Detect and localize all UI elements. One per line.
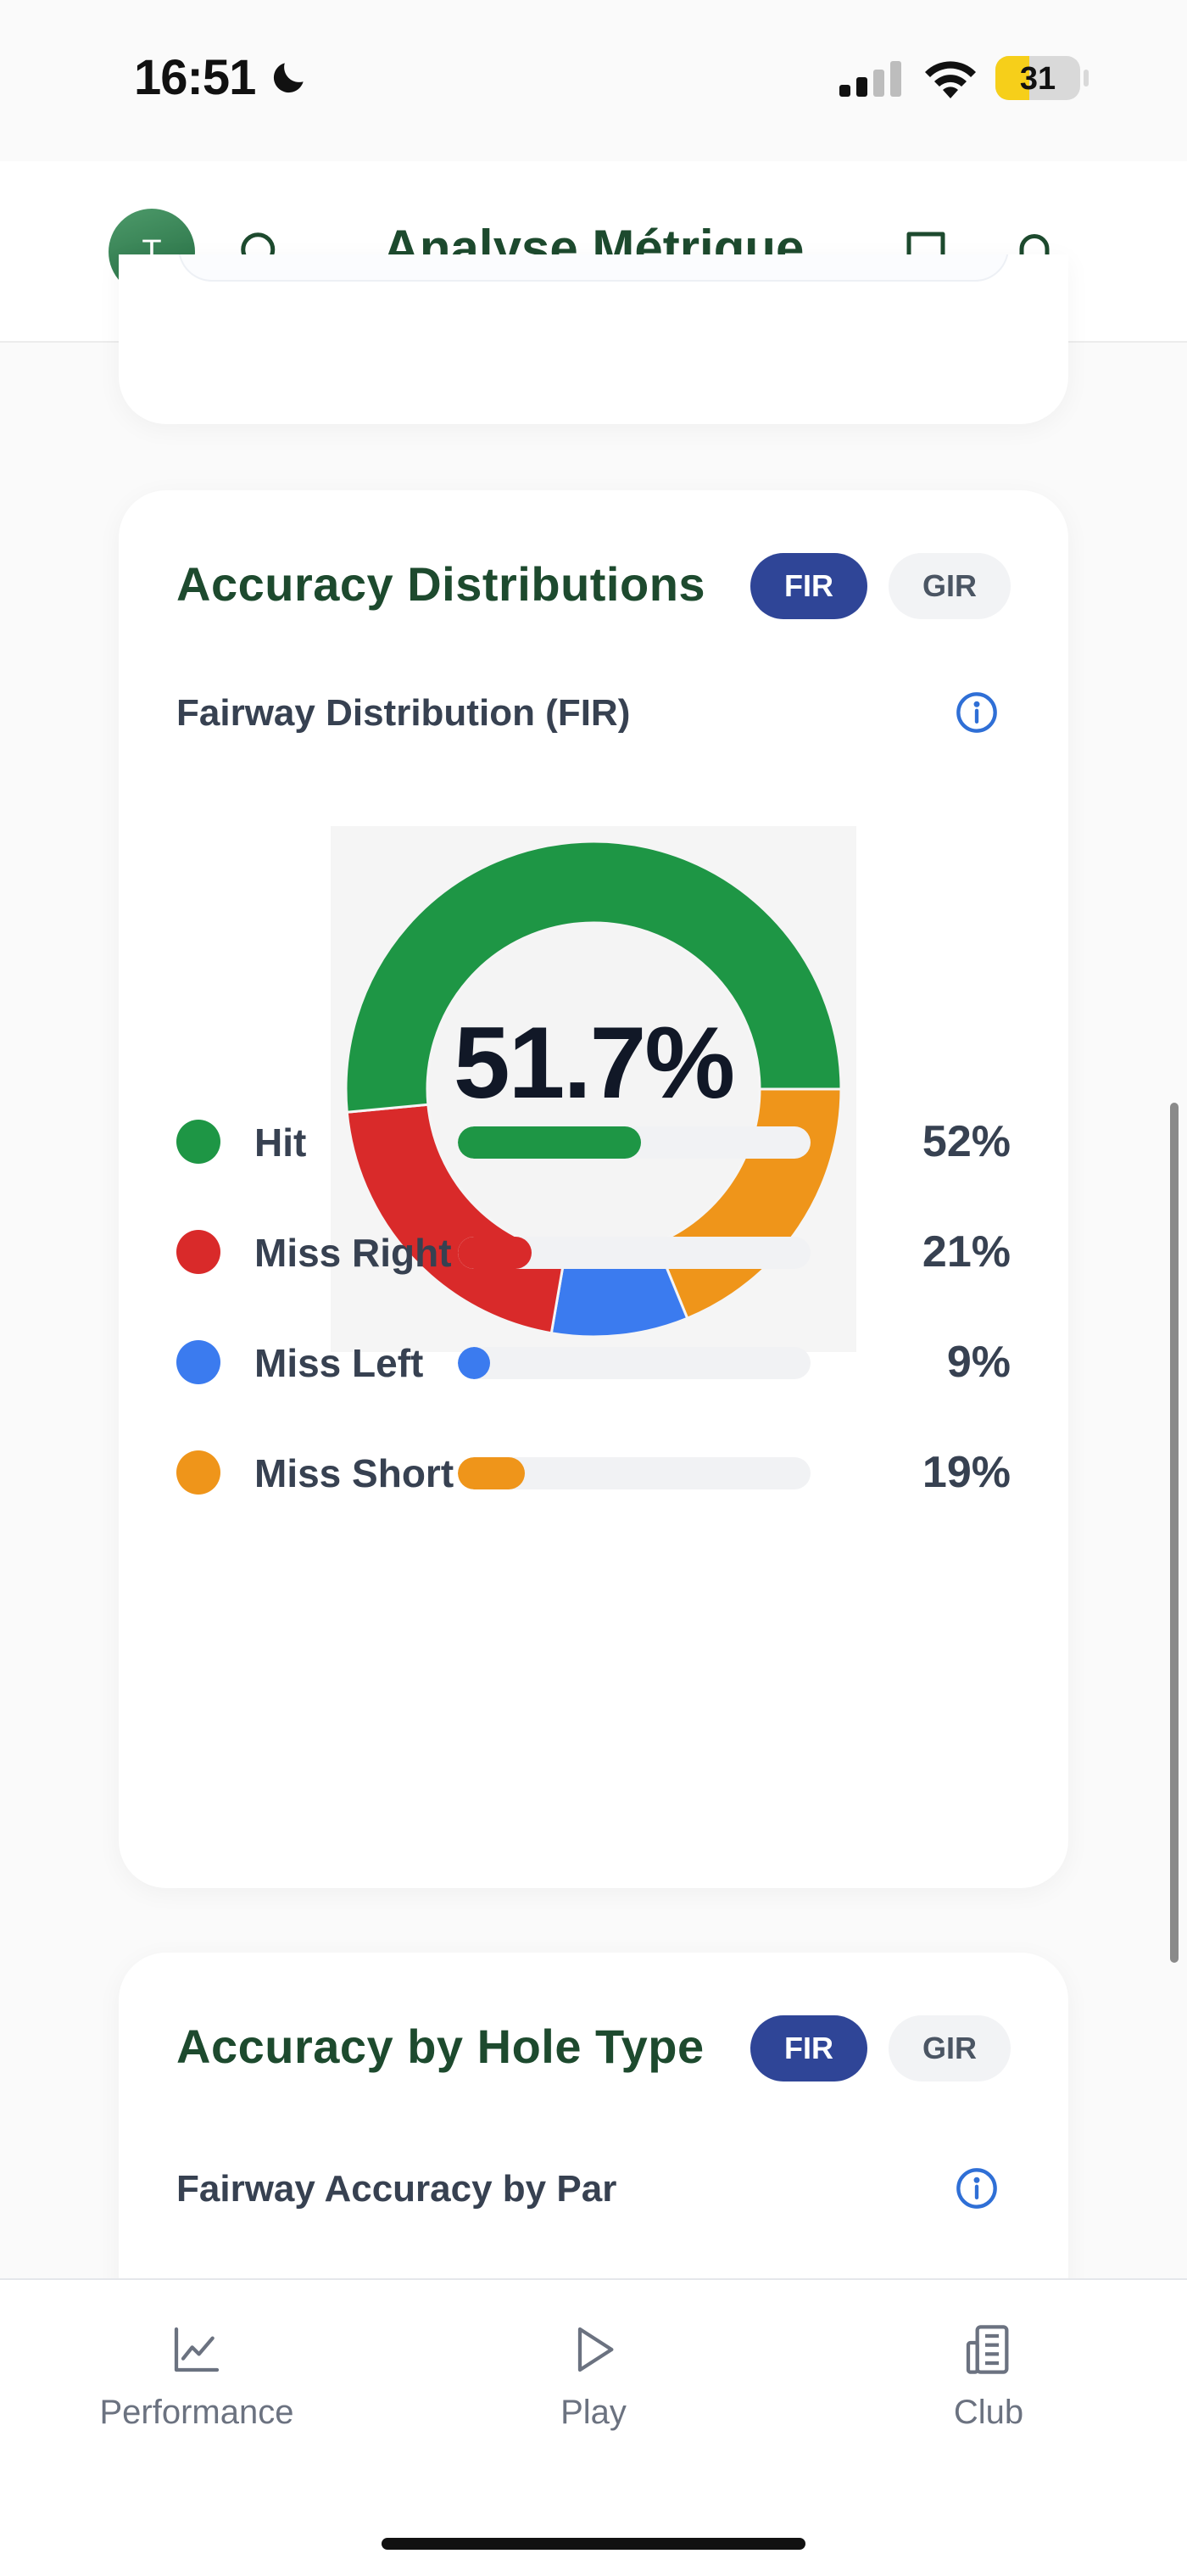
battery-nub [1084,70,1089,87]
legend-dot [176,1450,220,1495]
legend-label: Miss Right [254,1231,452,1275]
play-icon [577,2327,614,2372]
legend-row: Hit 52% [176,1108,1011,1176]
toggle-gir[interactable]: GIR [889,553,1011,619]
cellular-signal-icon [839,61,901,97]
card-title: Accuracy Distributions [176,557,706,611]
legend-label: Miss Left [254,1341,424,1385]
info-icon[interactable] [955,690,999,735]
previous-card [119,254,1068,424]
nav-club[interactable]: Club [861,2322,1116,2432]
legend-bar-fill [458,1347,490,1379]
nav-performance-label: Performance [99,2394,294,2431]
building-icon [966,2325,1009,2374]
legend-row: Miss Left 9% [176,1328,1011,1396]
nav-play-label: Play [560,2394,627,2431]
legend-dot [176,1340,220,1384]
legend-row: Miss Right 21% [176,1218,1011,1286]
legend-bar-track [458,1347,811,1379]
toggle-fir[interactable]: FIR [750,2015,867,2081]
moon-icon [273,63,304,93]
legend-row: Miss Short 19% [176,1439,1011,1506]
bottom-navigation: Performance Play Club [0,2278,1187,2576]
previous-card-inner [178,254,1009,282]
toggle-fir[interactable]: FIR [750,553,867,619]
legend-bar-fill [458,1237,532,1269]
section-subtitle: Fairway Distribution (FIR) [176,692,631,734]
legend-percent: 19% [922,1448,1011,1497]
legend-dot [176,1120,220,1164]
section-subtitle: Fairway Accuracy by Par [176,2168,617,2210]
legend-dot [176,1230,220,1274]
toggle-gir[interactable]: GIR [889,2015,1011,2081]
chart-line-icon [174,2327,220,2372]
legend-percent: 52% [922,1117,1011,1166]
status-bar: 16:51 31 [0,0,1187,161]
battery-level: 31 [1019,61,1056,97]
legend-label: Miss Short [254,1451,454,1495]
info-icon[interactable] [955,2166,999,2210]
accuracy-distributions-card: Accuracy Distributions FIR GIR Fairway D… [119,490,1068,1888]
legend-bar-track [458,1237,811,1269]
legend-label: Hit [254,1120,307,1165]
nav-club-label: Club [953,2394,1024,2431]
wifi-icon [925,61,976,98]
legend-bar-fill [458,1126,642,1159]
center-value: 51.7% [453,1006,735,1120]
legend-bar-track [458,1126,811,1159]
card-title: Accuracy by Hole Type [176,2020,705,2073]
legend-bar-fill [458,1457,526,1489]
scrollbar[interactable] [1170,1103,1179,1963]
legend-percent: 21% [922,1227,1011,1277]
nav-performance[interactable]: Performance [70,2322,324,2432]
status-time: 16:51 [134,50,256,105]
legend-percent: 9% [946,1338,1011,1387]
battery-indicator: 31 [995,56,1080,100]
home-indicator [382,2538,805,2550]
legend-bar-track [458,1457,811,1489]
nav-play[interactable]: Play [466,2322,721,2432]
